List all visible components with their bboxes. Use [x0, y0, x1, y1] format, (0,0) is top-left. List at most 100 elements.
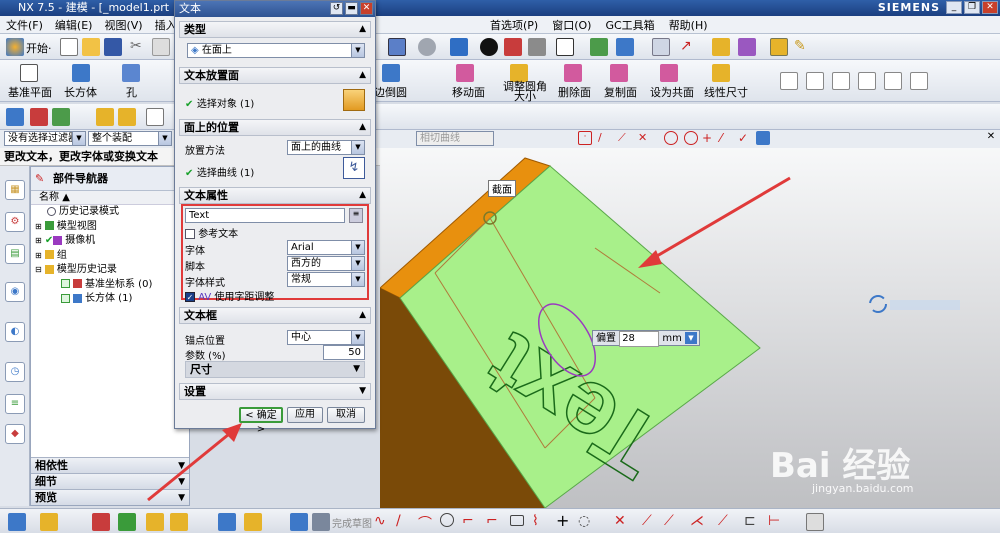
section-view-icon[interactable] [504, 38, 522, 56]
copy-face-icon[interactable] [610, 64, 628, 82]
line-icon[interactable]: / [396, 513, 414, 531]
open-folder-icon[interactable] [82, 38, 100, 56]
make-coplanar-button[interactable]: 设为共面 [650, 84, 694, 100]
menu-gc-toolbox[interactable]: GC工具箱 [605, 17, 654, 33]
history-icon[interactable]: ◷ [5, 362, 25, 382]
restore-button[interactable]: ❐ [964, 1, 980, 14]
fit-view-icon[interactable] [388, 38, 406, 56]
profile-icon[interactable]: ∿ [374, 513, 392, 531]
clipboard-icon[interactable] [146, 108, 164, 126]
snap-3d-icon[interactable] [756, 131, 770, 145]
dimension-icon[interactable]: ⊢ [768, 513, 786, 531]
expand-icon[interactable]: ⊞ [35, 236, 42, 245]
text-editor-icon[interactable]: ≡ [349, 208, 363, 223]
sketch-icon-6[interactable] [170, 513, 188, 531]
trim-icon[interactable]: ✕ [614, 513, 632, 531]
copy-face-button[interactable]: 复制面 [604, 84, 637, 100]
snap-control-icon[interactable]: ⟋ [618, 131, 632, 145]
navigator-column-header[interactable]: 名称 ▲ [31, 191, 189, 205]
cancel-button[interactable]: 取消 [327, 407, 365, 423]
menu-window[interactable]: 窗口(O) [552, 17, 591, 33]
rotate-icon[interactable] [418, 38, 436, 56]
apply-button[interactable]: 应用 [287, 407, 323, 423]
background-icon[interactable] [556, 38, 574, 56]
fillet-icon[interactable]: ⌐ [462, 513, 480, 531]
analysis-icon[interactable]: ✎ [794, 38, 812, 56]
script-dropdown[interactable]: 西方的 ▼ [287, 256, 365, 271]
gd-icon-2[interactable] [806, 72, 824, 90]
attributes-section-header[interactable]: 文本属性 ▲ [179, 187, 371, 204]
checkbox-icon[interactable] [61, 279, 70, 288]
list-icon[interactable] [652, 38, 670, 56]
anchor-dropdown[interactable]: 中心 ▼ [287, 330, 365, 345]
placement-face-section-header[interactable]: 文本放置面 ▲ [179, 67, 371, 84]
tree-item-model-history[interactable]: ⊟ 模型历史记录 [31, 263, 189, 278]
snap-quadrant-icon[interactable] [684, 131, 698, 145]
web-browser-icon[interactable]: ◐ [5, 322, 25, 342]
undo-icon[interactable] [52, 108, 70, 126]
chamfer-icon[interactable]: ⌐ [486, 513, 504, 531]
finish-sketch-icon[interactable] [312, 513, 330, 531]
assembly-navigator-icon[interactable]: ▦ [5, 180, 25, 200]
reference-text-checkbox[interactable] [185, 229, 195, 239]
polygon-icon[interactable]: ⌇ [532, 513, 550, 531]
select-icon[interactable] [30, 108, 48, 126]
constraint-navigator-icon[interactable]: ⚙ [5, 212, 25, 232]
type-section-header[interactable]: 类型 ▲ [179, 21, 371, 38]
linear-dim-button[interactable]: 线性尺寸 [704, 84, 748, 100]
snap-endpoint-icon[interactable]: · [578, 131, 592, 145]
tree-item-block[interactable]: 长方体 (1) [31, 292, 189, 307]
offset-curve-icon[interactable]: ⟋ [718, 513, 736, 531]
finish-sketch-button[interactable]: 完成草图 [332, 515, 372, 530]
start-icon[interactable] [6, 38, 24, 56]
close-window-button[interactable]: ✕ [982, 1, 998, 14]
delete-face-icon[interactable] [564, 64, 582, 82]
gd-icon-4[interactable] [858, 72, 876, 90]
sketch-icon-2[interactable] [40, 513, 58, 531]
rectangle-icon[interactable] [510, 515, 524, 526]
part-icon[interactable] [6, 108, 24, 126]
move-face-icon[interactable] [456, 64, 474, 82]
placement-method-dropdown[interactable]: 面上的曲线 ▼ [287, 140, 365, 155]
collapse-icon[interactable]: ▬ [345, 2, 358, 15]
linear-dim-icon[interactable] [712, 64, 730, 82]
select-object-row[interactable]: ✔ 选择对象 (1) [185, 95, 254, 110]
face-select-icon[interactable] [343, 89, 365, 111]
reuse-library-icon[interactable]: ◉ [5, 282, 25, 302]
reference-text-row[interactable]: 参考文本 [185, 225, 238, 240]
tree-item-datum-csys[interactable]: 基准坐标系 (0) [31, 278, 189, 293]
hidden-edge-icon[interactable] [528, 38, 546, 56]
gd-icon-6[interactable] [910, 72, 928, 90]
close-bar-icon[interactable]: ✕ [984, 131, 998, 145]
system-materials-icon[interactable]: ≡ [5, 394, 25, 414]
constraint-icon[interactable]: ⊏ [744, 513, 762, 531]
tree-item-history-mode[interactable]: 历史记录模式 [31, 205, 189, 220]
move-face-button[interactable]: 移动面 [452, 84, 485, 100]
block-button[interactable]: 长方体 [64, 84, 97, 100]
sketch-grid-icon[interactable] [290, 513, 308, 531]
datum-plane-button[interactable]: 基准平面 [8, 84, 52, 100]
text-input[interactable]: Text [185, 208, 345, 223]
snap-center-icon[interactable] [664, 131, 678, 145]
font-dropdown[interactable]: Arial ▼ [287, 240, 365, 255]
dialog-close-icon[interactable]: ✕ [360, 2, 373, 15]
gd-icon-5[interactable] [884, 72, 902, 90]
roles-icon[interactable]: ◆ [5, 424, 25, 444]
resize-blend-button[interactable]: 调整圆角大小 [500, 81, 550, 102]
expand-icon[interactable]: ⊞ [35, 251, 42, 260]
part-navigator-icon[interactable]: ▤ [5, 244, 25, 264]
kerning-row[interactable]: ✓ AV 使用字距调整 [185, 288, 274, 303]
menu-file[interactable]: 文件(F) [6, 17, 43, 33]
pencil-icon[interactable] [96, 108, 114, 126]
menu-help[interactable]: 帮助(H) [669, 17, 708, 33]
graphics-window[interactable]: Text 截面 偏置 28 mm ▼ Bai 经验 jingyan.baidu.… [380, 148, 1000, 508]
point-icon[interactable]: + [556, 511, 574, 530]
sketch-icon-7[interactable] [218, 513, 236, 531]
menu-view[interactable]: 视图(V) [104, 17, 142, 33]
save-icon[interactable] [104, 38, 122, 56]
sketch-icon-8[interactable] [244, 513, 262, 531]
reset-icon[interactable]: ↺ [330, 2, 343, 15]
shaded-view-icon[interactable] [450, 38, 468, 56]
sketch-icon-5[interactable] [146, 513, 164, 531]
menu-preferences[interactable]: 首选项(P) [490, 17, 538, 33]
